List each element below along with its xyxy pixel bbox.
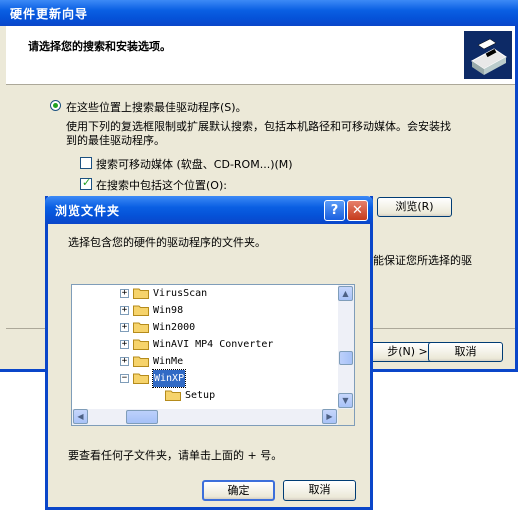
wizard-header-text: 请选择您的搜索和安装选项。 <box>28 40 171 53</box>
tree-vertical-scrollbar[interactable]: ▲ ▼ <box>338 285 354 409</box>
scroll-corner <box>338 409 354 425</box>
tree-node[interactable]: + Win2000 <box>72 319 334 336</box>
folder-icon <box>133 288 149 299</box>
folder-icon <box>133 322 149 333</box>
folder-icon <box>133 339 149 350</box>
folder-icon <box>133 373 149 384</box>
tree-node[interactable]: Setup <box>72 387 334 404</box>
tree-node-label: Win98 <box>153 305 184 316</box>
close-icon[interactable]: ✕ <box>347 200 368 221</box>
tree-node[interactable]: + WinAVI MP4 Converter <box>72 336 334 353</box>
folder-icon <box>133 356 149 367</box>
folder-tree[interactable]: + VirusScan + Win98 + Win2000 + WinAVI MP4 Conv… <box>71 284 355 426</box>
folder-icon <box>133 305 149 316</box>
tree-node[interactable]: + Win98 <box>72 302 334 319</box>
tree-node[interactable]: − WinXP <box>72 369 334 388</box>
expand-icon[interactable]: + <box>120 306 129 315</box>
include-location-checkbox[interactable]: ✓ <box>80 176 92 190</box>
browse-dialog-title: 浏览文件夹 <box>55 204 121 218</box>
tree-node-label: Win2000 <box>153 322 196 333</box>
tree-node-label: WinMe <box>153 356 184 367</box>
help-icon[interactable]: ? <box>324 200 345 221</box>
scroll-right-icon[interactable]: ▶ <box>322 409 337 424</box>
hardware-wizard-icon <box>464 31 512 79</box>
wizard-title: 硬件更新向导 <box>10 7 89 21</box>
expand-icon[interactable]: + <box>120 289 129 298</box>
ok-button[interactable]: 确定 <box>202 480 275 501</box>
scroll-up-icon[interactable]: ▲ <box>338 286 353 301</box>
expand-icon[interactable]: + <box>120 340 129 349</box>
tree-horizontal-scrollbar[interactable]: ◀ ▶ <box>72 409 338 425</box>
browse-folder-dialog: 选择包含您的硬件的驱动程序的文件夹。 + VirusScan + Win98 + Win2… <box>45 196 373 510</box>
browse-button[interactable]: 浏览(R) <box>377 197 452 217</box>
tree-node[interactable]: + WinMe <box>72 353 334 370</box>
tree-node-label: Setup <box>185 390 216 401</box>
tree-node[interactable]: + VirusScan <box>72 285 334 302</box>
tree-node-label: WinAVI MP4 Converter <box>153 339 274 350</box>
include-location-label: 在搜索中包括这个位置(O): <box>96 179 227 192</box>
expand-icon[interactable]: + <box>120 357 129 366</box>
wizard-side-text: 能保证您所选择的驱 <box>373 254 472 267</box>
wizard-title-bar[interactable]: 硬件更新向导 <box>0 0 518 26</box>
wizard-header: 请选择您的搜索和安装选项。 <box>6 26 515 85</box>
folder-icon <box>165 390 181 401</box>
search-best-driver-label: 在这些位置上搜索最佳驱动程序(S)。 <box>66 101 247 114</box>
browse-cancel-button[interactable]: 取消 <box>283 480 356 501</box>
search-removable-media-label: 搜索可移动媒体 (软盘、CD-ROM...)(M) <box>96 158 293 171</box>
tree-node-label: WinXP <box>151 369 187 388</box>
collapse-icon[interactable]: − <box>120 374 129 383</box>
description-line2: 到的最佳驱动程序。 <box>66 134 165 147</box>
horizontal-scroll-thumb[interactable] <box>126 410 158 424</box>
scroll-left-icon[interactable]: ◀ <box>73 409 88 424</box>
tree-node-label: VirusScan <box>153 288 208 299</box>
wizard-cancel-button[interactable]: 取消 <box>428 342 503 362</box>
expand-icon[interactable]: + <box>120 323 129 332</box>
vertical-scroll-thumb[interactable] <box>339 351 353 365</box>
search-removable-media-checkbox[interactable] <box>80 157 92 169</box>
browse-instruction: 选择包含您的硬件的驱动程序的文件夹。 <box>68 236 266 249</box>
search-best-driver-radio[interactable] <box>50 100 61 111</box>
browse-dialog-title-bar[interactable]: 浏览文件夹 ? ✕ <box>45 196 373 224</box>
browse-hint: 要查看任何子文件夹，请单击上面的 + 号。 <box>68 449 283 462</box>
scroll-down-icon[interactable]: ▼ <box>338 393 353 408</box>
